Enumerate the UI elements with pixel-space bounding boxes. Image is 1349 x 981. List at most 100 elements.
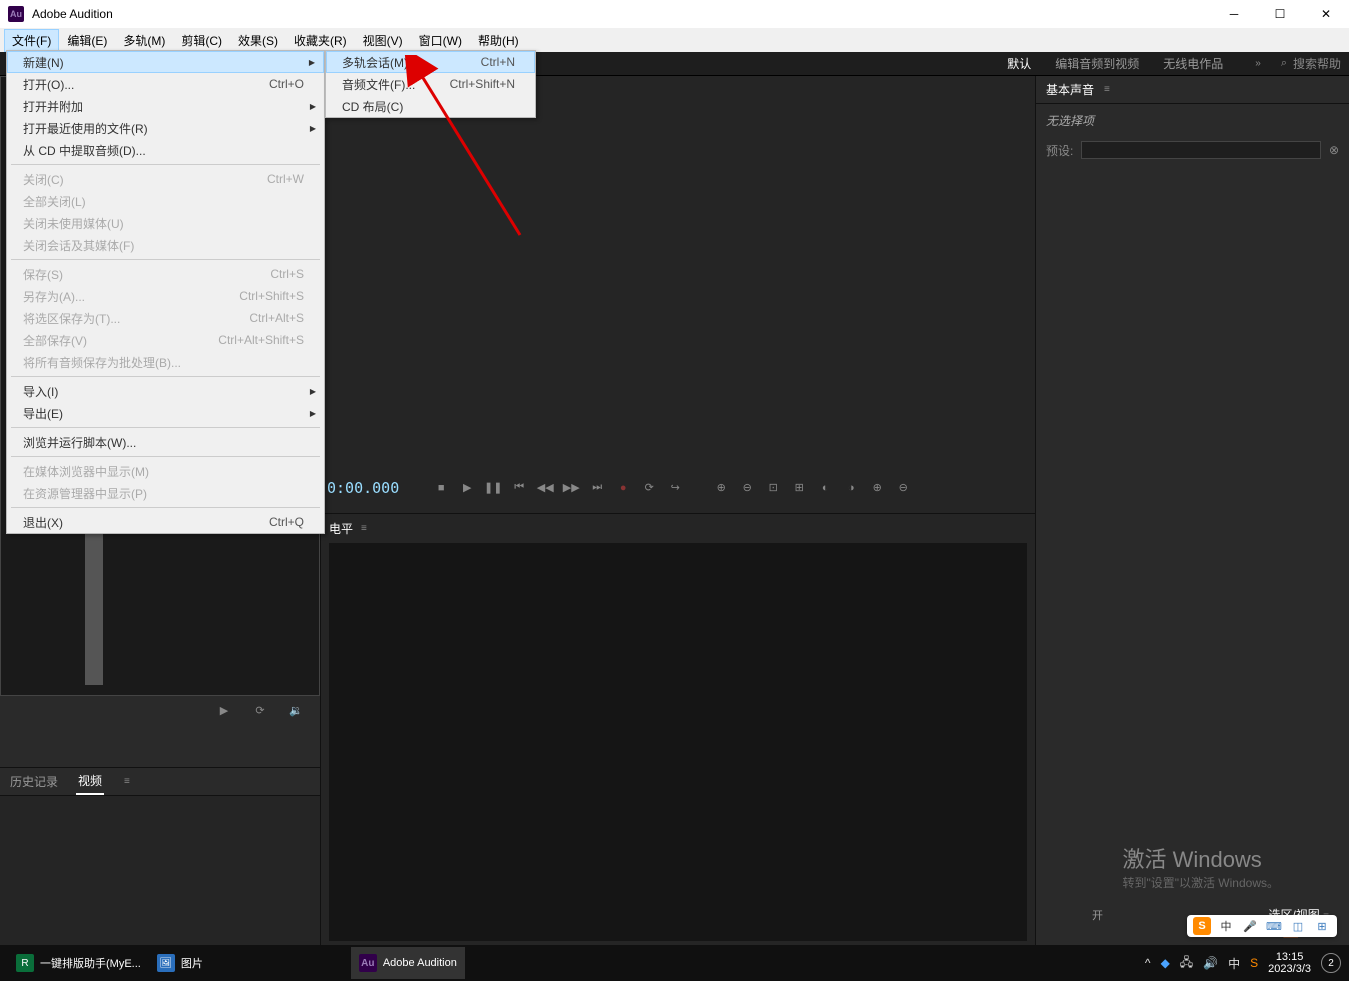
menu-view[interactable]: 视图(V) <box>355 29 411 52</box>
file-menu-item: 在媒体浏览器中显示(M) <box>7 460 324 482</box>
menu-multitrack[interactable]: 多轨(M) <box>115 29 173 52</box>
workspace-default[interactable]: 默认 <box>1003 53 1035 74</box>
video-panel <box>0 795 320 945</box>
zoom-vertical-out-icon[interactable]: ⊖ <box>891 478 915 498</box>
menubar: 文件(F) 编辑(E) 多轨(M) 剪辑(C) 效果(S) 收藏夹(R) 视图(… <box>0 28 1349 52</box>
zoom-in-icon[interactable]: ⊕ <box>709 478 733 498</box>
essential-sound-menu-icon[interactable]: ≡ <box>1104 84 1110 95</box>
preset-label: 预设: <box>1046 142 1073 159</box>
ime-skin-icon[interactable]: ◫ <box>1289 917 1307 935</box>
tab-video[interactable]: 视频 <box>76 768 104 795</box>
close-button[interactable]: ✕ <box>1303 0 1349 28</box>
taskbar-label-3: Adobe Audition <box>383 957 457 969</box>
ime-keyboard-icon[interactable]: ⌨ <box>1265 917 1283 935</box>
preset-dropdown[interactable] <box>1081 141 1321 159</box>
file-menu-item[interactable]: 导出(E)▶ <box>7 402 324 424</box>
menu-help[interactable]: 帮助(H) <box>470 29 527 52</box>
notification-badge[interactable]: 2 <box>1321 953 1341 973</box>
tray-sogou-icon[interactable]: S <box>1250 956 1258 970</box>
window-title: Adobe Audition <box>32 7 113 21</box>
rewind-button[interactable]: ◀◀ <box>533 478 557 498</box>
file-menu-item: 全部关闭(L) <box>7 190 324 212</box>
menu-edit[interactable]: 编辑(E) <box>59 29 115 52</box>
annotation-arrow <box>390 55 540 245</box>
stop-button[interactable]: ■ <box>429 478 453 498</box>
skip-selection-button[interactable]: ↪ <box>663 478 687 498</box>
workspace-more-icon[interactable]: » <box>1255 58 1261 69</box>
ime-toolbox-icon[interactable]: ⊞ <box>1313 917 1331 935</box>
taskbar-app-audition[interactable]: Au Adobe Audition <box>351 947 465 979</box>
file-menu-item[interactable]: 退出(X)Ctrl+Q <box>7 511 324 533</box>
record-button[interactable]: ● <box>611 478 635 498</box>
no-selection-message: 无选择项 <box>1036 104 1349 137</box>
file-menu-item[interactable]: 打开并附加▶ <box>7 95 324 117</box>
ime-floating-bar[interactable]: S 中 🎤 ⌨ ◫ ⊞ <box>1187 915 1337 937</box>
audition-icon: Au <box>359 954 377 972</box>
file-menu-item: 关闭未使用媒体(U) <box>7 212 324 234</box>
menu-effects[interactable]: 效果(S) <box>230 29 286 52</box>
app1-icon: R <box>16 954 34 972</box>
forward-button[interactable]: ▶▶ <box>559 478 583 498</box>
taskbar-clock[interactable]: 13:15 2023/3/3 <box>1268 951 1311 975</box>
transport-bar: 0:00.000 ■ ▶ ❚❚ ⏮ ◀◀ ▶▶ ⏭ ● ⟳ ↪ ⊕ ⊖ ⊡ ⊞ … <box>321 475 1035 501</box>
file-menu-item[interactable]: 从 CD 中提取音频(D)... <box>7 139 324 161</box>
window-titlebar: Au Adobe Audition ─ ☐ ✕ <box>0 0 1349 28</box>
menu-file[interactable]: 文件(F) <box>4 29 59 52</box>
ime-mic-icon[interactable]: 🎤 <box>1241 917 1259 935</box>
tray-ime-icon[interactable]: 中 <box>1228 955 1240 972</box>
loop-button[interactable]: ⟳ <box>637 478 661 498</box>
right-panel: 基本声音 ≡ 无选择项 预设: ⊗ <box>1036 76 1349 945</box>
zoom-vertical-icon[interactable]: ⊕ <box>865 478 889 498</box>
loop-icon[interactable]: ⟳ <box>248 700 272 720</box>
tray-chevron-icon[interactable]: ^ <box>1145 956 1151 970</box>
workspace-edit-audio-video[interactable]: 编辑音频到视频 <box>1051 53 1143 74</box>
file-menu-item[interactable]: 导入(I)▶ <box>7 380 324 402</box>
zoom-in-point-icon[interactable]: ◐ <box>813 478 837 498</box>
play-icon[interactable]: ▶ <box>212 700 236 720</box>
menu-window[interactable]: 窗口(W) <box>411 29 470 52</box>
taskbar-app-1[interactable]: R 一键排版助手(MyE... <box>8 947 149 979</box>
file-menu-item[interactable]: 浏览并运行脚本(W)... <box>7 431 324 453</box>
next-button[interactable]: ⏭ <box>585 478 609 498</box>
tray-volume-icon[interactable]: 🔊 <box>1203 956 1218 970</box>
search-help[interactable]: ⌕ 搜索帮助 <box>1281 55 1341 72</box>
panel-menu-icon[interactable]: ≡ <box>124 776 130 787</box>
tab-history[interactable]: 历史记录 <box>8 769 60 794</box>
app-icon: Au <box>8 6 24 22</box>
file-menu-item: 关闭会话及其媒体(F) <box>7 234 324 256</box>
preset-delete-icon[interactable]: ⊗ <box>1329 143 1339 157</box>
minimize-button[interactable]: ─ <box>1211 0 1257 28</box>
menu-favorites[interactable]: 收藏夹(R) <box>286 29 355 52</box>
search-icon: ⌕ <box>1281 57 1287 70</box>
menu-clip[interactable]: 剪辑(C) <box>173 29 230 52</box>
system-tray: ^ ◆ 🖧 🔊 中 S 13:15 2023/3/3 2 <box>1145 951 1341 975</box>
window-controls: ─ ☐ ✕ <box>1211 0 1349 28</box>
auto-play-icon[interactable]: 🔉 <box>284 700 308 720</box>
zoom-out-icon[interactable]: ⊖ <box>735 478 759 498</box>
zoom-full-icon[interactable]: ⊡ <box>761 478 785 498</box>
file-menu-item[interactable]: 新建(N)▶ <box>7 51 324 73</box>
levels-meter[interactable] <box>329 543 1027 942</box>
tray-network-icon[interactable]: 🖧 <box>1180 953 1193 974</box>
clock-time: 13:15 <box>1268 951 1311 963</box>
prev-button[interactable]: ⏮ <box>507 478 531 498</box>
sogou-icon[interactable]: S <box>1193 917 1211 935</box>
file-menu-item[interactable]: 打开最近使用的文件(R)▶ <box>7 117 324 139</box>
tray-app-icon[interactable]: ◆ <box>1161 956 1170 970</box>
taskbar-app-2[interactable]: 🖼 图片 <box>149 947 211 979</box>
media-controls: ▶ ⟳ 🔉 <box>0 696 320 724</box>
timecode[interactable]: 0:00.000 <box>327 479 399 497</box>
file-menu-item: 关闭(C)Ctrl+W <box>7 168 324 190</box>
maximize-button[interactable]: ☐ <box>1257 0 1303 28</box>
pause-button[interactable]: ❚❚ <box>481 478 505 498</box>
file-menu-dropdown: 新建(N)▶打开(O)...Ctrl+O打开并附加▶打开最近使用的文件(R)▶从… <box>6 50 325 534</box>
zoom-out-point-icon[interactable]: ◑ <box>839 478 863 498</box>
workspace-radio[interactable]: 无线电作品 <box>1159 53 1227 74</box>
zoom-selection-icon[interactable]: ⊞ <box>787 478 811 498</box>
play-button[interactable]: ▶ <box>455 478 479 498</box>
taskbar-label-1: 一键排版助手(MyE... <box>40 955 141 971</box>
levels-menu-icon[interactable]: ≡ <box>361 523 367 534</box>
file-menu-item: 将选区保存为(T)...Ctrl+Alt+S <box>7 307 324 329</box>
ime-lang-icon[interactable]: 中 <box>1217 917 1235 935</box>
file-menu-item[interactable]: 打开(O)...Ctrl+O <box>7 73 324 95</box>
